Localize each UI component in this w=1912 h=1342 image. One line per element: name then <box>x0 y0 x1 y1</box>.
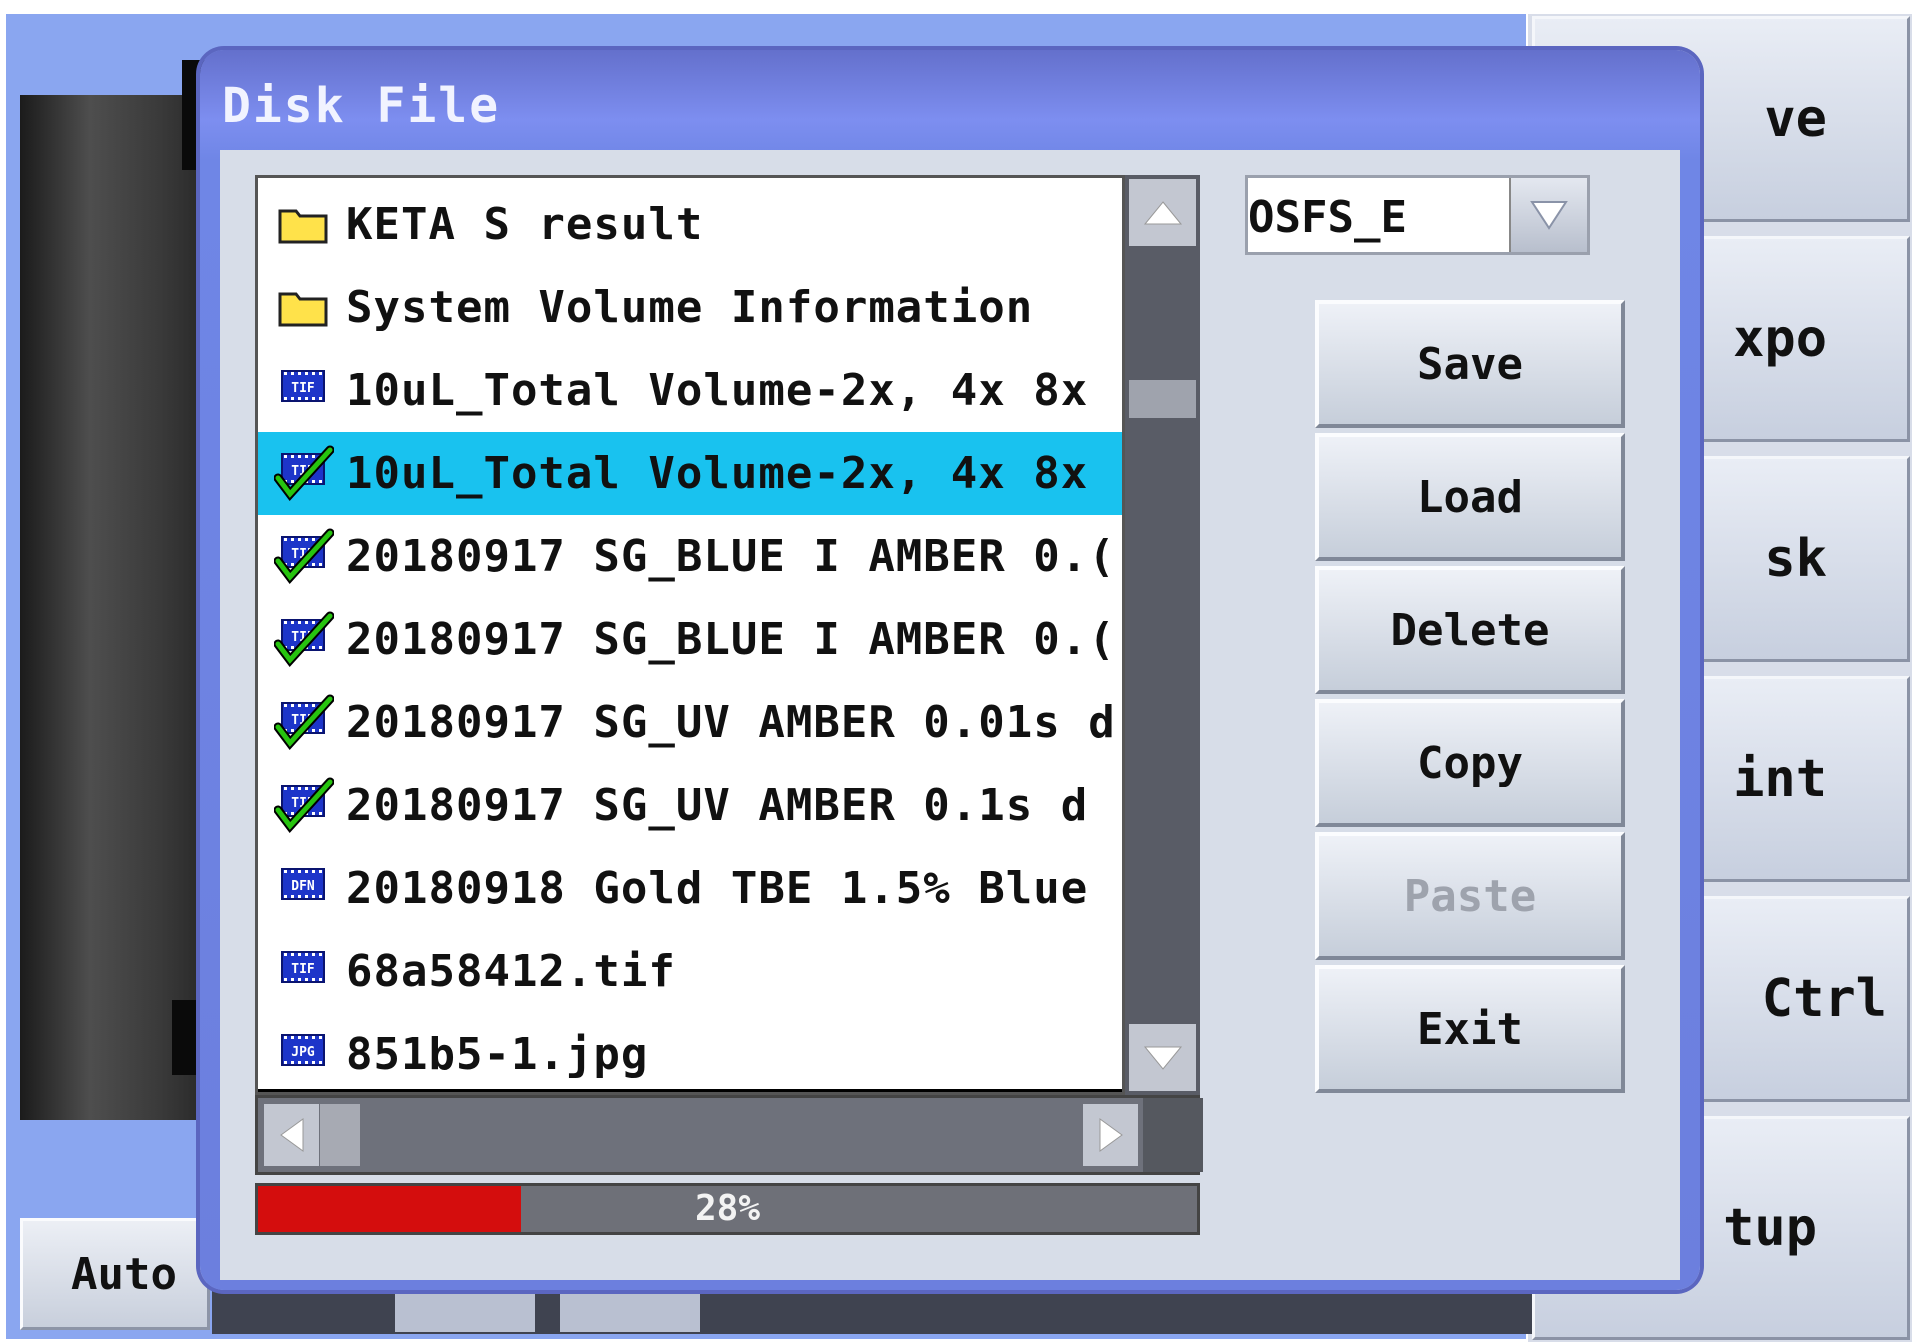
bottom-toolbar-segment[interactable] <box>560 1290 700 1332</box>
folder-icon <box>274 195 334 255</box>
dropdown-arrow-icon[interactable] <box>1509 178 1587 252</box>
vertical-scroll-thumb[interactable] <box>1129 380 1196 418</box>
tif-file-checked-icon: TIF <box>273 610 335 670</box>
file-name-label: 851b5-1.jpg <box>346 1029 649 1080</box>
file-list-item[interactable]: TIF 68a58412.tif <box>258 930 1122 1013</box>
file-name-label: 20180917 SG_BLUE I AMBER 0.( <box>346 614 1116 665</box>
file-list-item[interactable]: DFN 20180918 Gold TBE 1.5% Blue <box>258 847 1122 930</box>
load-button[interactable]: Load <box>1315 433 1625 561</box>
side-button-label: ve <box>1764 89 1827 149</box>
file-name-label: 20180917 SG_BLUE I AMBER 0.( <box>346 531 1116 582</box>
tif-file-checked-icon: TIF <box>273 693 335 753</box>
side-button-label: Ctrl <box>1761 969 1887 1029</box>
progress-bar: 28% <box>255 1183 1200 1235</box>
drive-select[interactable]: OSFS_E <box>1245 175 1590 255</box>
auto-button[interactable]: Auto <box>20 1218 210 1330</box>
file-list-item[interactable]: TIF 10uL_Total Volume-2x, 4x 8x <box>258 432 1122 515</box>
side-button-label: int <box>1733 749 1827 809</box>
progress-label: 28% <box>694 1188 761 1229</box>
file-list[interactable]: KETA S result System Volume Information TI… <box>255 175 1125 1095</box>
tif-file-checked-icon: TIF <box>273 527 335 587</box>
folder-list-item[interactable]: System Volume Information <box>258 266 1122 349</box>
side-button-label: sk <box>1764 529 1827 589</box>
file-list-item[interactable]: TIF 20180917 SG_BLUE I AMBER 0.( <box>258 598 1122 681</box>
file-list-item[interactable]: TIF 20180917 SG_BLUE I AMBER 0.( <box>258 515 1122 598</box>
tif-file-icon: TIF <box>274 361 334 421</box>
scroll-up-arrow-icon[interactable] <box>1129 179 1196 246</box>
save-button[interactable]: Save <box>1315 300 1625 428</box>
horizontal-scrollbar[interactable] <box>255 1095 1203 1175</box>
file-name-label: 20180917 SG_UV AMBER 0.01s d <box>346 697 1116 748</box>
paste-button[interactable]: Paste <box>1315 832 1625 960</box>
folder-icon <box>274 278 334 338</box>
scrollbar-corner <box>1143 1098 1203 1172</box>
file-name-label: 10uL_Total Volume-2x, 4x 8x <box>346 365 1089 416</box>
svg-text:TIF: TIF <box>291 962 315 977</box>
side-button-label: xpo <box>1733 309 1827 369</box>
side-button-label: tup <box>1723 1198 1817 1258</box>
folder-list-item[interactable]: KETA S result <box>258 183 1122 266</box>
file-list-item[interactable]: TIF 20180917 SG_UV AMBER 0.01s d <box>258 681 1122 764</box>
file-list-item[interactable]: TIF 20180917 SG_UV AMBER 0.1s d <box>258 764 1122 847</box>
scroll-left-arrow-icon[interactable] <box>264 1104 319 1166</box>
auto-button-label: Auto <box>71 1248 177 1300</box>
file-name-label: 20180918 Gold TBE 1.5% Blue <box>346 863 1089 914</box>
delete-button[interactable]: Delete <box>1315 566 1625 694</box>
svg-text:JPG: JPG <box>291 1045 315 1060</box>
svg-text:DFN: DFN <box>291 879 315 894</box>
svg-text:TIF: TIF <box>291 381 315 396</box>
copy-button[interactable]: Copy <box>1315 699 1625 827</box>
drive-select-value: OSFS_E <box>1248 192 1407 243</box>
tif-file-checked-icon: TIF <box>273 444 335 504</box>
bottom-toolbar-segment[interactable] <box>395 1290 535 1332</box>
tif-file-checked-icon: TIF <box>273 776 335 836</box>
exit-button[interactable]: Exit <box>1315 965 1625 1093</box>
preview-image <box>20 95 220 1120</box>
horizontal-scroll-thumb[interactable] <box>320 1104 360 1166</box>
disk-file-dialog: Disk File KETA S result System Volume Inf… <box>200 50 1700 1290</box>
jpg-file-icon: JPG <box>274 1025 334 1085</box>
tif-file-icon: TIF <box>274 942 334 1002</box>
vertical-scrollbar[interactable] <box>1125 175 1200 1095</box>
file-list-item[interactable]: TIF 10uL_Total Volume-2x, 4x 8x <box>258 349 1122 432</box>
dialog-title: Disk File <box>222 78 501 134</box>
file-name-label: System Volume Information <box>346 282 1034 333</box>
file-name-label: 10uL_Total Volume-2x, 4x 8x <box>346 448 1089 499</box>
dfn-file-icon: DFN <box>274 859 334 919</box>
scroll-right-arrow-icon[interactable] <box>1083 1104 1138 1166</box>
file-name-label: 68a58412.tif <box>346 946 676 997</box>
file-name-label: 20180917 SG_UV AMBER 0.1s d <box>346 780 1089 831</box>
file-list-item[interactable]: JPG 851b5-1.jpg <box>258 1013 1122 1092</box>
dialog-body: KETA S result System Volume Information TI… <box>220 150 1680 1280</box>
file-name-label: KETA S result <box>346 199 704 250</box>
scroll-down-arrow-icon[interactable] <box>1129 1024 1196 1091</box>
